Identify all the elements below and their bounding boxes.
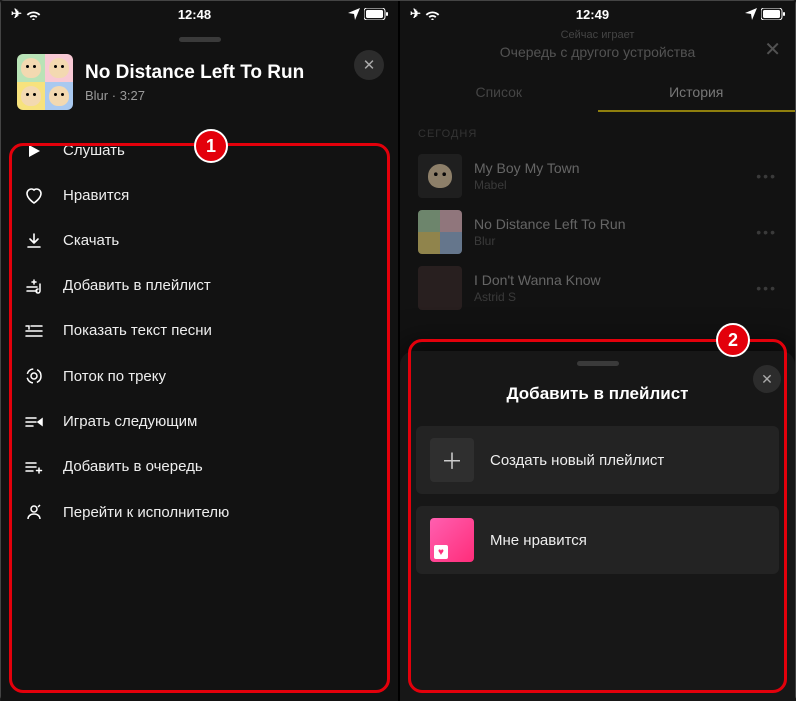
play-icon — [23, 144, 45, 158]
annotation-badge-1: 1 — [194, 129, 228, 163]
drag-handle[interactable] — [577, 361, 619, 366]
annotation-badge-2: 2 — [716, 323, 750, 357]
menu-label: Скачать — [63, 232, 119, 249]
more-icon[interactable]: ••• — [756, 280, 777, 296]
menu-label: Добавить в очередь — [63, 458, 203, 475]
play-next-icon — [23, 415, 45, 429]
menu-play-next[interactable]: Играть следующим — [1, 399, 398, 444]
airplane-icon: ✈ — [410, 6, 421, 22]
menu-download[interactable]: Скачать — [1, 218, 398, 263]
album-art — [418, 210, 462, 254]
more-icon[interactable]: ••• — [756, 168, 777, 184]
menu-like[interactable]: Нравится — [1, 173, 398, 218]
status-bar: ✈ 12:48 — [1, 1, 398, 27]
playlist-add-icon — [23, 278, 45, 294]
menu-label: Поток по треку — [63, 368, 166, 385]
track-title: No Distance Left To Run — [85, 62, 304, 84]
menu-label: Нравится — [63, 187, 129, 204]
menu-add-playlist[interactable]: Добавить в плейлист — [1, 263, 398, 308]
nowplaying-title: Очередь с другого устройства — [400, 44, 795, 60]
queue-artist: Blur — [474, 234, 626, 248]
liked-playlist-icon — [430, 518, 474, 562]
airplane-icon: ✈ — [11, 6, 22, 22]
playlist-liked[interactable]: Мне нравится — [416, 506, 779, 574]
radio-icon — [23, 367, 45, 385]
close-button[interactable]: ✕ — [753, 365, 781, 393]
menu-label: Играть следующим — [63, 413, 197, 430]
album-art — [418, 154, 462, 198]
queue-artist: Astrid S — [474, 290, 601, 304]
tab-list[interactable]: Список — [400, 76, 598, 112]
status-bar: ✈ 12:49 — [400, 1, 795, 27]
album-art — [418, 266, 462, 310]
status-time: 12:49 — [576, 7, 609, 22]
menu-label: Показать текст песни — [63, 322, 212, 339]
track-subtitle: Blur · 3:27 — [85, 88, 304, 103]
playlist-label: Создать новый плейлист — [490, 452, 664, 469]
tabs: Список История — [400, 66, 795, 112]
screen-track-menu: ✈ 12:48 No Distance Left To Run Blur · 3… — [1, 1, 398, 701]
plus-icon: ＋ — [430, 438, 474, 482]
add-playlist-sheet: ✕ Добавить в плейлист ＋ Создать новый пл… — [400, 351, 795, 701]
menu-goto-artist[interactable]: Перейти к исполнителю — [1, 489, 398, 535]
nowplaying-header: Сейчас играет Очередь с другого устройст… — [400, 27, 795, 66]
queue-title: No Distance Left To Run — [474, 216, 626, 232]
menu-add-queue[interactable]: Добавить в очередь — [1, 444, 398, 489]
menu-label: Перейти к исполнителю — [63, 504, 229, 521]
close-button[interactable]: ✕ — [354, 50, 384, 80]
drag-handle[interactable] — [179, 37, 221, 42]
menu-lyrics[interactable]: Показать текст песни — [1, 308, 398, 353]
close-icon[interactable]: ✕ — [764, 37, 781, 62]
battery-icon — [761, 8, 785, 20]
tab-history[interactable]: История — [598, 76, 796, 112]
menu-radio[interactable]: Поток по треку — [1, 353, 398, 399]
artist-icon — [23, 503, 45, 521]
playlist-label: Мне нравится — [490, 532, 587, 549]
nowplaying-sub: Сейчас играет — [400, 29, 795, 41]
menu-label: Слушать — [63, 142, 125, 159]
queue-title: I Don't Wanna Know — [474, 272, 601, 288]
queue-artist: Mabel — [474, 178, 580, 192]
lyrics-icon — [23, 324, 45, 338]
download-icon — [23, 233, 45, 249]
location-icon — [348, 8, 360, 20]
more-icon[interactable]: ••• — [756, 224, 777, 240]
status-time: 12:48 — [178, 7, 211, 22]
wifi-icon — [425, 9, 440, 20]
create-playlist-button[interactable]: ＋ Создать новый плейлист — [416, 426, 779, 494]
queue-title: My Boy My Town — [474, 160, 580, 176]
queue-row[interactable]: No Distance Left To Run Blur ••• — [400, 204, 795, 260]
menu-label: Добавить в плейлист — [63, 277, 211, 294]
section-today: СЕГОДНЯ — [400, 112, 795, 148]
track-header: No Distance Left To Run Blur · 3:27 ✕ — [1, 50, 398, 124]
heart-icon — [23, 188, 45, 204]
screen-add-playlist: ✈ 12:49 Сейчас играет Очередь с другого … — [398, 1, 795, 701]
battery-icon — [364, 8, 388, 20]
sheet-title: Добавить в плейлист — [400, 384, 795, 404]
context-menu: Слушать Нравится Скачать Добавить в плей… — [1, 124, 398, 539]
wifi-icon — [26, 9, 41, 20]
queue-add-icon — [23, 460, 45, 474]
album-art — [17, 54, 73, 110]
location-icon — [745, 8, 757, 20]
queue-row[interactable]: I Don't Wanna Know Astrid S ••• — [400, 260, 795, 316]
queue-row[interactable]: My Boy My Town Mabel ••• — [400, 148, 795, 204]
